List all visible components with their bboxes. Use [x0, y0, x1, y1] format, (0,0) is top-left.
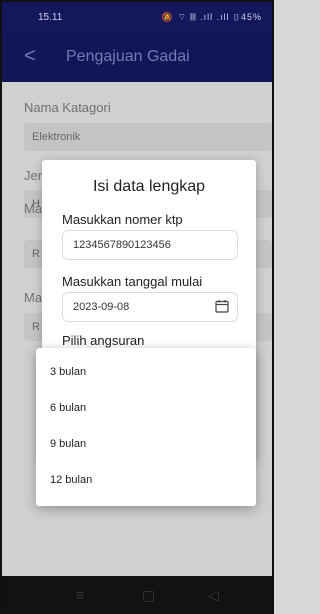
ktp-input[interactable]: 1234567890123456: [62, 230, 238, 260]
installment-option-3[interactable]: 3 bulan: [36, 355, 256, 389]
status-time: 15.11: [38, 12, 63, 23]
installment-dropdown-menu: 3 bulan 6 bulan 9 bulan 12 bulan: [36, 348, 256, 506]
home-icon[interactable]: ▢: [142, 587, 155, 604]
start-date-label: Masukkan tanggal mulai: [62, 274, 203, 289]
start-date-value: 2023-09-08: [73, 301, 130, 313]
dialog-title: Isi data lengkap: [92, 178, 206, 195]
system-nav-bar: ≡ ▢ ◁: [2, 576, 272, 612]
back-icon[interactable]: ◁: [208, 587, 219, 604]
installment-option-6[interactable]: 6 bulan: [36, 391, 256, 425]
status-icons: 🔕 ⌔ 𝄃𝄃 .ıll .ıll ▯45%: [161, 12, 262, 22]
status-bar: 15.11 🔕 ⌔ 𝄃𝄃 .ıll .ıll ▯45%: [2, 2, 272, 34]
start-date-input[interactable]: 2023-09-08: [62, 292, 238, 322]
recents-icon[interactable]: ≡: [76, 587, 84, 603]
installment-label: Pilih angsuran: [62, 333, 145, 348]
installment-option-9[interactable]: 9 bulan: [36, 427, 256, 461]
ktp-label: Masukkan nomer ktp: [62, 212, 183, 227]
installment-option-12[interactable]: 12 bulan: [36, 463, 256, 497]
phone-frame: 15.11 🔕 ⌔ 𝄃𝄃 .ıll .ıll ▯45% < Pengajuan …: [0, 0, 274, 614]
calendar-icon[interactable]: [215, 299, 229, 313]
